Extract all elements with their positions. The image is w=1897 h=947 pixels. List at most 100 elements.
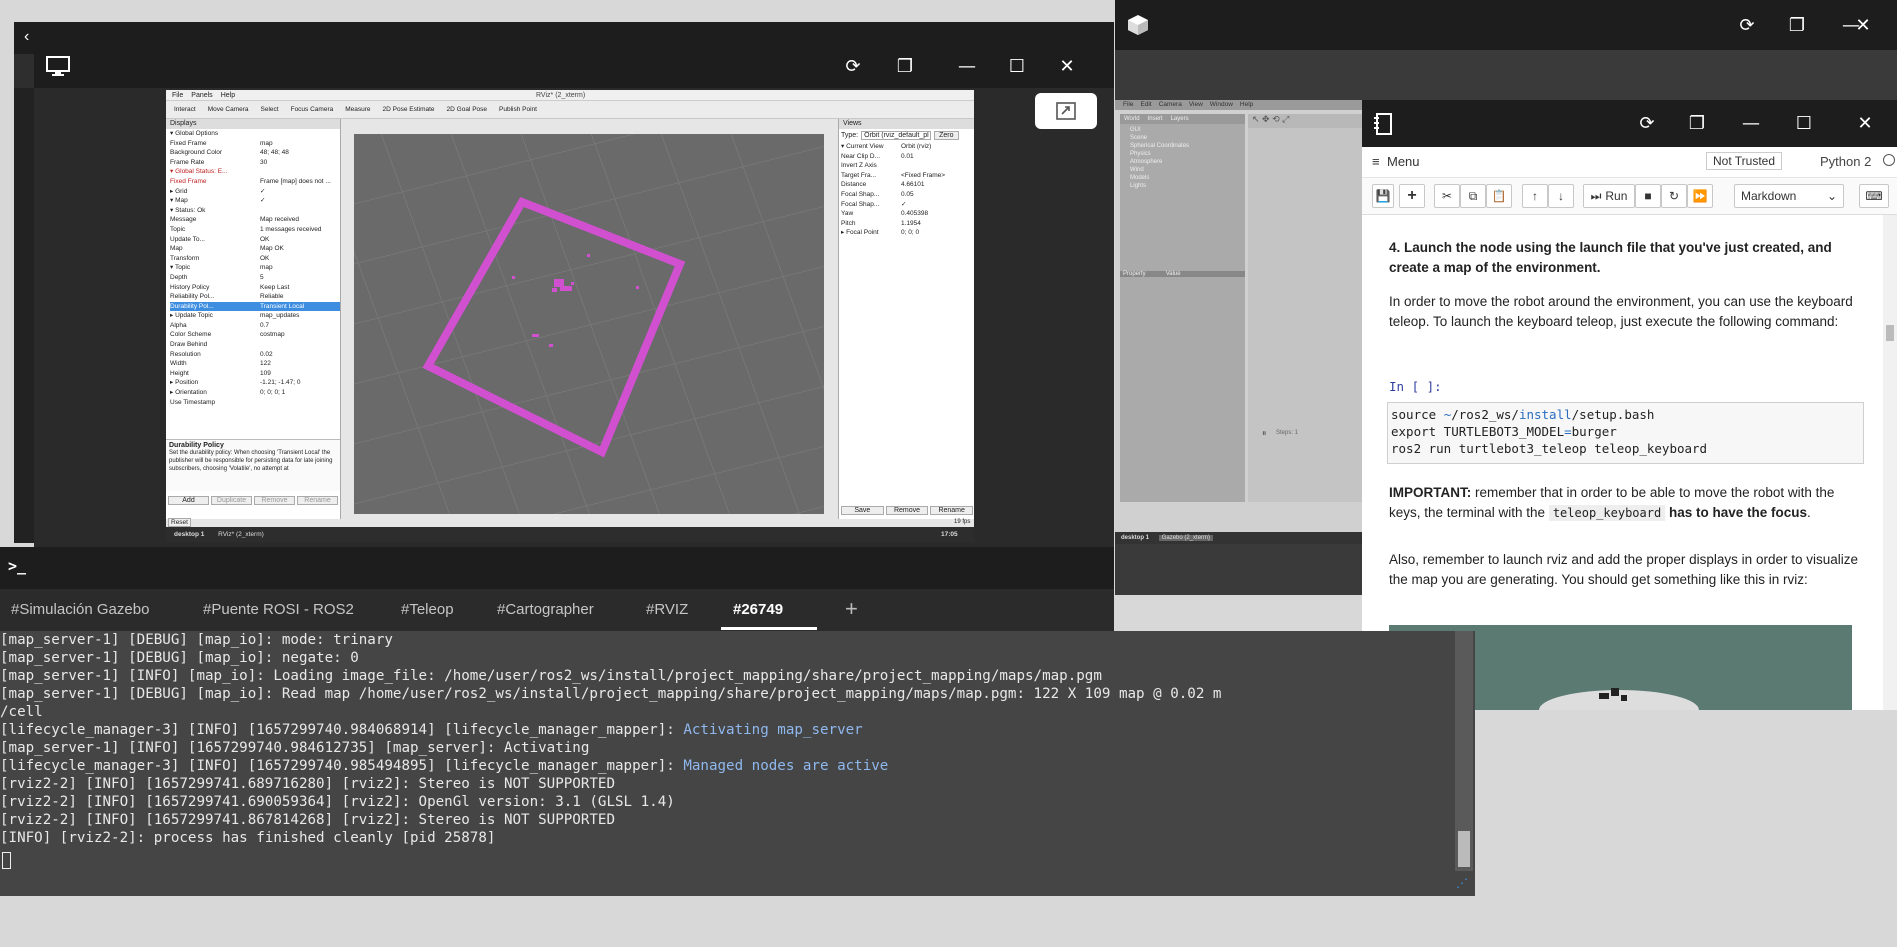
move-up-icon[interactable]: ↑ <box>1522 184 1548 208</box>
rviz-tool-focus-camera[interactable]: Focus Camera <box>291 101 334 118</box>
rviz-tree-row[interactable]: Height 109 <box>170 369 340 379</box>
rviz-zero-button[interactable]: Zero <box>934 131 959 140</box>
fullscreen-toggle-button[interactable] <box>1035 93 1097 129</box>
reload-icon[interactable]: ⟳ <box>838 51 868 81</box>
notebook-menu-button[interactable]: Menu <box>1387 154 1420 169</box>
gazebo-menu-window[interactable]: Window <box>1210 100 1233 110</box>
gazebo-3d-view[interactable]: ↖ ✥ ⟲ ⤢ Steps: 1 ⏸ <box>1248 114 1365 502</box>
notebook-maximize-icon[interactable]: ☐ <box>1789 108 1819 138</box>
rviz-tree-row[interactable]: ▾ Map ✓ <box>170 196 340 206</box>
rviz-tree-row[interactable]: Message Map received <box>170 215 340 225</box>
rviz-view-prop-row[interactable]: Focal Shap... ✓ <box>841 200 974 210</box>
notebook-close-icon[interactable]: ✕ <box>1850 108 1880 138</box>
remote-taskbar-desktop[interactable]: desktop 1 <box>174 531 204 538</box>
cell-type-select[interactable]: Markdown ⌄ <box>1734 184 1844 208</box>
maximize-icon[interactable]: ☐ <box>1002 51 1032 81</box>
fast-forward-icon[interactable]: ⏩ <box>1687 184 1713 208</box>
rviz-tree-row[interactable]: Transform OK <box>170 254 340 264</box>
gazebo-menu-file[interactable]: File <box>1123 100 1133 110</box>
gazebo-menu-help[interactable]: Help <box>1240 100 1253 110</box>
rviz-view-prop-row[interactable]: Distance 4.66101 <box>841 180 974 190</box>
gazebo-tab-layers[interactable]: Layers <box>1171 116 1189 122</box>
remote-taskbar-rviz[interactable]: RViz* (2_xterm) <box>218 531 264 538</box>
rviz-tree-row[interactable]: ▾ Topic map <box>170 263 340 273</box>
rviz-view-prop-row[interactable]: Invert Z Axis <box>841 161 974 171</box>
close-icon[interactable]: ✕ <box>1052 51 1082 81</box>
tab-26749[interactable]: #26749 <box>733 601 783 618</box>
notebook-reload-icon[interactable]: ⟳ <box>1632 108 1662 138</box>
rviz-tree-row[interactable]: ▾ Global Options <box>170 129 340 139</box>
notebook-minimize-icon[interactable]: — <box>1736 108 1766 138</box>
rviz-tree-row[interactable]: Frame Rate 30 <box>170 158 340 168</box>
gazebo-menu-edit[interactable]: Edit <box>1140 100 1151 110</box>
hamburger-icon[interactable]: ≡ <box>1372 154 1380 169</box>
copy-icon[interactable]: ⧉ <box>1460 184 1486 208</box>
rviz-tree-row[interactable]: Durability Pol... Transient Local <box>170 301 340 312</box>
add-tab-button[interactable]: + <box>845 596 858 622</box>
restore-icon[interactable]: ❐ <box>890 51 920 81</box>
not-trusted-badge[interactable]: Not Trusted <box>1706 152 1783 170</box>
gazebo-tree-item[interactable]: Atmosphere <box>1130 158 1235 166</box>
minimize-icon[interactable]: — <box>952 51 982 81</box>
tab-rviz[interactable]: #RVIZ <box>646 601 688 618</box>
gazebo-taskbar-app[interactable]: Gazebo (2_xterm) <box>1158 535 1214 541</box>
run-button[interactable]: ⏭ Run <box>1583 184 1635 208</box>
move-down-icon[interactable]: ↓ <box>1548 184 1574 208</box>
back-arrow-icon[interactable]: ‹ <box>24 28 29 46</box>
gazebo-tree-item[interactable]: Lights <box>1130 182 1235 190</box>
rviz-remove-button[interactable]: Remove <box>254 496 295 505</box>
rviz-menu-file[interactable]: File <box>172 90 183 100</box>
tab-cartographer[interactable]: #Cartographer <box>497 601 594 618</box>
gazebo-tree-item[interactable]: Physics <box>1130 150 1235 158</box>
rviz-3d-view[interactable] <box>354 134 824 514</box>
rviz-tree-row[interactable]: Update To... OK <box>170 235 340 245</box>
gazebo-tree-item[interactable]: Scene <box>1130 134 1235 142</box>
resize-grip-icon[interactable]: ⋰ <box>1456 876 1468 890</box>
stop-icon[interactable]: ■ <box>1635 184 1661 208</box>
rviz-view-type-select[interactable]: Orbit (rviz_default_pl <box>861 131 932 140</box>
rviz-tool-2d-goal[interactable]: 2D Goal Pose <box>447 101 487 118</box>
rviz-reset-button[interactable]: Reset <box>168 518 191 527</box>
rviz-view-prop-row[interactable]: ▾ Current View Orbit (rviz) <box>841 142 974 152</box>
rviz-view-prop-row[interactable]: Focal Shap... 0.05 <box>841 190 974 200</box>
cut-icon[interactable]: ✂ <box>1434 184 1460 208</box>
gazebo-tree-item[interactable]: Spherical Coordinates <box>1130 142 1235 150</box>
rviz-tree-row[interactable]: ▸ Position -1.21; -1.47; 0 <box>170 378 340 388</box>
gazebo-tab-insert[interactable]: Insert <box>1148 116 1163 122</box>
tab-simulacion-gazebo[interactable]: #Simulación Gazebo <box>11 601 149 618</box>
terminal-scrollbar[interactable] <box>1455 631 1473 871</box>
rviz-view-prop-row[interactable]: ▸ Focal Point 0; 0; 0 <box>841 228 974 238</box>
gazebo-maximize-icon[interactable]: ☐ <box>1889 10 1897 40</box>
gazebo-menu-camera[interactable]: Camera <box>1159 100 1182 110</box>
rviz-add-button[interactable]: Add <box>168 496 209 505</box>
gazebo-taskbar-desktop[interactable]: desktop 1 <box>1121 535 1149 541</box>
rviz-tree-row[interactable]: Background Color 48; 48; 48 <box>170 148 340 158</box>
rviz-tree-row[interactable]: Topic 1 messages received <box>170 225 340 235</box>
rviz-view-rename-button[interactable]: Rename <box>930 506 974 515</box>
keyboard-icon[interactable]: ⌨ <box>1859 184 1889 208</box>
gazebo-close-icon[interactable]: ✕ <box>1848 10 1878 40</box>
insert-cell-icon[interactable]: + <box>1399 184 1425 208</box>
paste-icon[interactable]: 📋 <box>1486 184 1512 208</box>
rviz-tree-row[interactable]: Map Map OK <box>170 244 340 254</box>
gazebo-tree-item[interactable]: Models <box>1130 174 1235 182</box>
rviz-tree-row[interactable]: Use Timestamp <box>170 398 340 408</box>
rviz-tool-move-camera[interactable]: Move Camera <box>208 101 249 118</box>
gazebo-restore-icon[interactable]: ❐ <box>1782 10 1812 40</box>
rviz-view-save-button[interactable]: Save <box>841 506 884 515</box>
gazebo-reload-icon[interactable]: ⟳ <box>1732 10 1762 40</box>
rviz-tree-row[interactable]: Reliability Pol... Reliable <box>170 292 340 302</box>
gazebo-tree-item[interactable]: GUI <box>1130 126 1235 134</box>
rviz-tree-row[interactable]: ▾ Global Status: E... <box>170 167 340 177</box>
rviz-tool-measure[interactable]: Measure <box>345 101 370 118</box>
rviz-tree-row[interactable]: Width 122 <box>170 359 340 369</box>
rviz-tree-row[interactable]: Fixed Frame Frame [map] does not ... <box>170 177 340 187</box>
rviz-view-prop-row[interactable]: Near Clip D... 0.01 <box>841 152 974 162</box>
notebook-scrollbar[interactable] <box>1883 215 1897 710</box>
gazebo-tab-world[interactable]: World <box>1124 116 1140 122</box>
rviz-tree-row[interactable]: ▾ Status: Ok <box>170 206 340 216</box>
rviz-view-prop-row[interactable]: Target Fra... <Fixed Frame> <box>841 171 974 181</box>
tab-teleop[interactable]: #Teleop <box>401 601 454 618</box>
rviz-tool-interact[interactable]: Interact <box>174 101 196 118</box>
rviz-menu-panels[interactable]: Panels <box>191 90 212 100</box>
